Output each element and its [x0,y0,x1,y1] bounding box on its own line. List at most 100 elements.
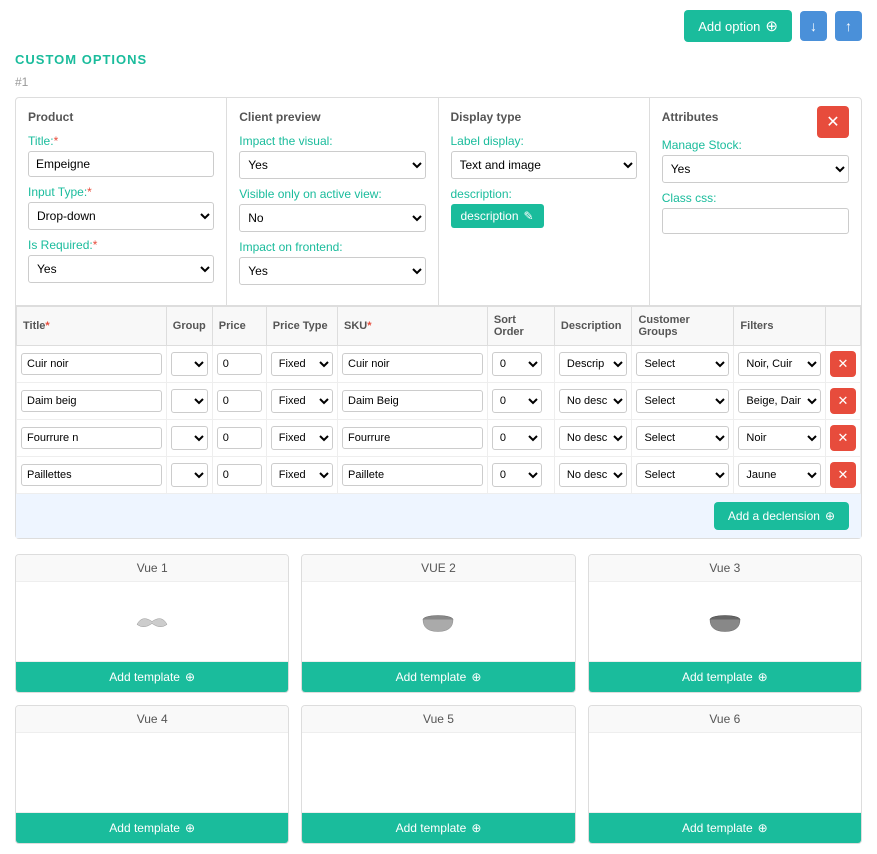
impact-frontend-select[interactable]: Yes No [239,257,425,285]
th-group: Group [166,307,212,346]
vue-grid: Vue 1 Add template ⊕ VUE 2 Add template … [15,554,862,844]
table-row: FixedPercent 0123 No desc Select Noir ✕ [17,420,861,457]
row-description-select[interactable]: No desc [559,426,628,450]
row-customer-groups-select[interactable]: Select [636,426,729,450]
add-option-button[interactable]: Add option ⊕ [684,10,792,42]
add-template-button[interactable]: Add template ⊕ [16,662,288,692]
attributes-col-header: Attributes [662,110,719,124]
row-price-input[interactable] [217,427,262,449]
is-required-select[interactable]: Yes No [28,255,214,283]
row-filters-select[interactable]: Beige, Daim [738,389,821,413]
row-title-input[interactable] [21,427,162,449]
th-description: Description [554,307,632,346]
add-template-button[interactable]: Add template ⊕ [589,662,861,692]
vue-title: Vue 6 [589,706,861,733]
vue-preview [16,733,288,813]
class-css-label: Class css: [662,191,849,205]
row-price-input[interactable] [217,464,262,486]
row-sort-order-select[interactable]: 0123 [492,463,542,487]
row-group-select[interactable] [171,389,208,413]
row-customer-groups-select[interactable]: Select [636,352,729,376]
is-required-label: Is Required:* [28,238,214,252]
upload-button[interactable]: ↑ [835,11,862,41]
th-sku: SKU* [338,307,488,346]
download-button[interactable]: ↓ [800,11,827,41]
row-description-select[interactable]: Descrip [559,352,628,376]
th-customer-groups: Customer Groups [632,307,734,346]
data-table-wrap: Title* Group Price Price Type SKU* Sort … [16,306,861,538]
add-template-label: Add template [682,821,753,835]
row-price-type-select[interactable]: FixedPercent [271,426,333,450]
row-customer-groups-select[interactable]: Select [636,389,729,413]
row-delete-button[interactable]: ✕ [830,425,856,451]
row-title-input[interactable] [21,353,162,375]
options-grid: Product Title:* Input Type:* Drop-down T… [16,98,861,306]
row-title-input[interactable] [21,390,162,412]
row-sort-order-select[interactable]: 0123 [492,426,542,450]
row-price-type-select[interactable]: FixedPercent [271,389,333,413]
visible-select[interactable]: No Yes [239,204,425,232]
row-group-select[interactable] [171,463,208,487]
row-group-select[interactable] [171,352,208,376]
row-delete-button[interactable]: ✕ [830,462,856,488]
row-filters-select[interactable]: Noir, Cuir [738,352,821,376]
label-display-select[interactable]: Text and image Text only Image only [451,151,637,179]
vue-preview [589,733,861,813]
vue-card: Vue 6 Add template ⊕ [588,705,862,844]
description-badge[interactable]: description ✎ [451,204,544,228]
row-price-input[interactable] [217,390,262,412]
row-price-type-select[interactable]: FixedPercent [271,463,333,487]
row-sort-order-select[interactable]: 0123 [492,389,542,413]
add-template-label: Add template [396,670,467,684]
input-type-select[interactable]: Drop-down Text Checkbox Radio [28,202,214,230]
vue-title: Vue 4 [16,706,288,733]
title-input[interactable] [28,151,214,177]
label-display-label: Label display: [451,134,637,148]
row-title-input[interactable] [21,464,162,486]
th-price-type: Price Type [266,307,337,346]
add-template-button[interactable]: Add template ⊕ [302,813,574,843]
top-toolbar: Add option ⊕ ↓ ↑ [15,10,862,42]
th-price: Price [212,307,266,346]
client-preview-column: Client preview Impact the visual: Yes No… [227,98,438,305]
add-template-label: Add template [109,821,180,835]
main-card: Product Title:* Input Type:* Drop-down T… [15,97,862,539]
impact-frontend-label: Impact on frontend: [239,240,425,254]
row-filters-select[interactable]: Noir [738,426,821,450]
row-delete-button[interactable]: ✕ [830,388,856,414]
vue-title: Vue 1 [16,555,288,582]
row-sku-input[interactable] [342,427,483,449]
row-sku-input[interactable] [342,390,483,412]
impact-visual-select[interactable]: Yes No [239,151,425,179]
description-label: description: [451,187,637,201]
vue-card: Vue 4 Add template ⊕ [15,705,289,844]
row-customer-groups-select[interactable]: Select [636,463,729,487]
row-group-select[interactable] [171,426,208,450]
row-sku-input[interactable] [342,353,483,375]
visible-label: Visible only on active view: [239,187,425,201]
add-template-button[interactable]: Add template ⊕ [302,662,574,692]
vue-title: Vue 5 [302,706,574,733]
section-title: CUSTOM OPTIONS [15,52,862,67]
add-template-button[interactable]: Add template ⊕ [589,813,861,843]
row-price-type-select[interactable]: FixedPercent [271,352,333,376]
add-declension-button[interactable]: Add a declension ⊕ [714,502,849,530]
display-type-column: Display type Label display: Text and ima… [439,98,650,305]
row-description-select[interactable]: No desc [559,463,628,487]
row-sku-input[interactable] [342,464,483,486]
row-description-select[interactable]: No desc [559,389,628,413]
row-sort-order-select[interactable]: 0123 [492,352,542,376]
add-template-button[interactable]: Add template ⊕ [16,813,288,843]
class-css-input[interactable] [662,208,849,234]
row-delete-button[interactable]: ✕ [830,351,856,377]
th-actions [825,307,860,346]
row-filters-select[interactable]: Jaune [738,463,821,487]
options-table: Title* Group Price Price Type SKU* Sort … [16,306,861,494]
add-template-icon: ⊕ [471,821,481,835]
delete-option-button[interactable]: ✕ [817,106,849,138]
add-template-label: Add template [109,670,180,684]
add-declension-label: Add a declension [728,509,820,523]
table-row: FixedPercent 0123 No desc Select Jaune ✕ [17,457,861,494]
row-price-input[interactable] [217,353,262,375]
manage-stock-select[interactable]: Yes No [662,155,849,183]
